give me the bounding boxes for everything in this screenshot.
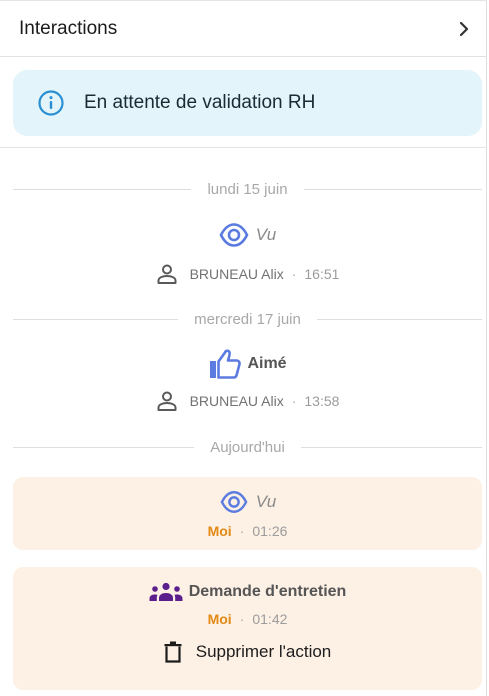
event-meta: Moi · 01:26 [208,523,288,539]
status-banner: En attente de validation RH [13,70,482,136]
panel-title: Interactions [19,17,118,39]
event-item: Vu BRUNEAU Alix · 16:51 [13,221,482,285]
meta-separator: · [291,266,297,282]
event-title: Vu [255,492,277,511]
event-author: BRUNEAU Alix [189,266,284,282]
chevron-right-icon[interactable] [457,19,471,39]
event-title: Vu [255,225,277,244]
day-label: mercredi 17 juin [194,310,301,328]
delete-action-label[interactable]: Supprimer l'action [196,642,332,662]
event-time: 16:51 [304,266,340,282]
day-separator: Aujourd'hui [13,437,482,457]
event-meta: BRUNEAU Alix · 16:51 [156,263,340,285]
event-author: Moi [207,611,232,627]
event-title-row: Demande d'entretien [149,582,347,602]
meta-separator: · [291,393,297,409]
eye-icon [219,223,249,247]
meta-separator: · [239,523,245,539]
status-banner-text: En attente de validation RH [84,92,316,113]
delete-action-button[interactable]: Supprimer l'action [164,641,332,663]
event-title: Aimé [247,355,287,372]
event-time: 01:42 [252,611,288,627]
event-title-row: Vu [219,221,277,249]
event-author: BRUNEAU Alix [189,393,284,409]
divider [0,147,487,148]
user-icon [157,264,177,284]
event-title-row: Vu [219,489,277,515]
info-icon [38,90,64,116]
eye-icon [220,491,248,513]
thumbs-up-icon [210,349,242,379]
event-item-card: Demande d'entretien Moi · 01:42 Supprime… [13,567,482,690]
day-separator: mercredi 17 juin [13,309,482,329]
event-item-card: Vu Moi · 01:26 [13,477,482,550]
day-separator: lundi 15 juin [13,179,482,199]
group-icon [149,582,183,601]
interactions-panel: Interactions En attente de validation RH… [0,0,487,696]
event-author: Moi [207,523,232,539]
trash-icon[interactable] [164,641,182,663]
panel-header[interactable]: Interactions [0,1,487,57]
event-title: Demande d'entretien [188,583,347,600]
event-title-row: Aimé [208,348,287,380]
event-item: Aimé BRUNEAU Alix · 13:58 [13,348,482,412]
day-label: lundi 15 juin [207,180,288,198]
day-label: Aujourd'hui [210,438,285,456]
user-icon [157,391,177,411]
meta-separator: · [239,611,245,627]
event-time: 13:58 [304,393,340,409]
event-meta: Moi · 01:42 [208,611,288,627]
event-meta: BRUNEAU Alix · 13:58 [156,390,340,412]
event-time: 01:26 [252,523,288,539]
